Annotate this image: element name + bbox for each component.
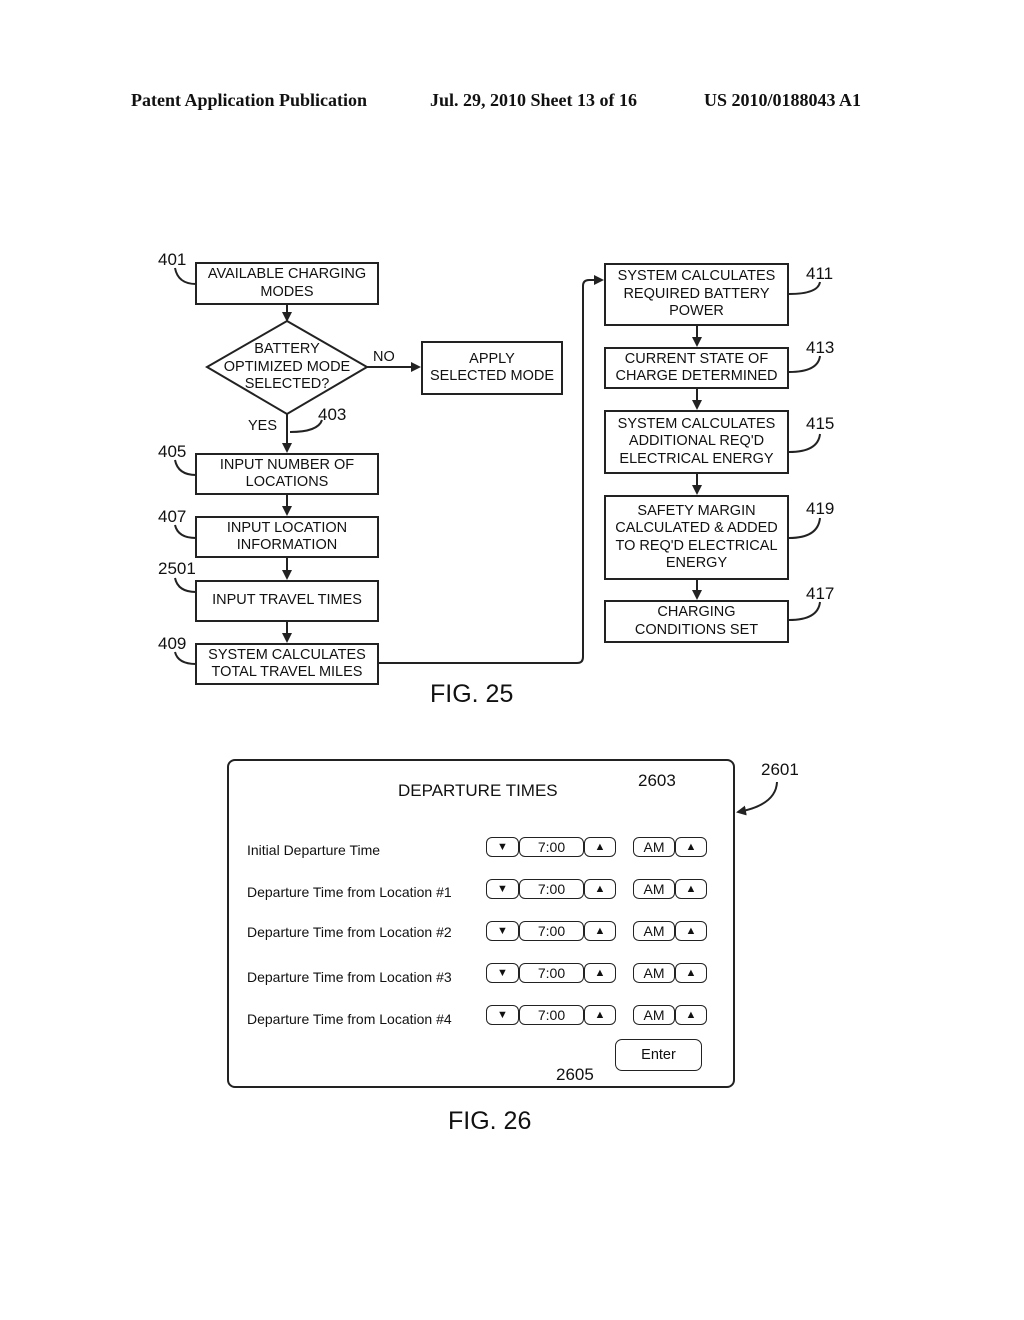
ref-2605: 2605 xyxy=(556,1065,594,1084)
step-input-travel-times: INPUT TRAVEL TIMES xyxy=(195,580,379,622)
step-apply-selected-mode: APPLY SELECTED MODE xyxy=(421,341,563,395)
ref-417: 417 xyxy=(806,584,835,603)
am-pm-toggle-button[interactable]: ▲ xyxy=(675,879,707,899)
leader-401 xyxy=(174,267,197,285)
leader-417 xyxy=(788,601,821,621)
ref-411: 411 xyxy=(806,264,834,283)
arrow-409-411 xyxy=(379,275,604,664)
am-pm-field[interactable]: AM xyxy=(633,879,675,899)
down-triangle-icon: ▼ xyxy=(497,1008,508,1021)
step-additional-energy: SYSTEM CALCULATES ADDITIONAL REQ'D ELECT… xyxy=(604,410,789,474)
am-pm-toggle-button[interactable]: ▲ xyxy=(675,837,707,857)
time-increment-button[interactable]: ▲ xyxy=(584,921,616,941)
ref-413: 413 xyxy=(806,338,835,357)
up-triangle-icon: ▲ xyxy=(685,1008,697,1021)
down-triangle-icon: ▼ xyxy=(497,882,508,895)
am-pm-toggle-button[interactable]: ▲ xyxy=(675,963,707,983)
ref-2501: 2501 xyxy=(158,559,196,578)
up-triangle-icon: ▲ xyxy=(594,840,606,853)
ref-405: 405 xyxy=(158,442,187,461)
down-triangle-icon: ▼ xyxy=(497,840,508,853)
time-decrement-button[interactable]: ▼ xyxy=(486,879,519,899)
time-value-field[interactable]: 7:00 xyxy=(519,879,584,899)
ref-409: 409 xyxy=(158,634,187,653)
am-pm-field[interactable]: AM xyxy=(633,963,675,983)
up-triangle-icon: ▲ xyxy=(685,924,697,937)
leader-419 xyxy=(788,517,821,539)
ref-2603: 2603 xyxy=(638,771,676,790)
step-available-charging-modes: AVAILABLE CHARGING MODES xyxy=(195,262,379,305)
panel-title: DEPARTURE TIMES xyxy=(398,781,558,800)
leader-405 xyxy=(174,459,197,476)
step-total-travel-miles: SYSTEM CALCULATES TOTAL TRAVEL MILES xyxy=(195,643,379,685)
ref-407: 407 xyxy=(158,507,187,526)
time-value-field[interactable]: 7:00 xyxy=(519,1005,584,1025)
time-increment-button[interactable]: ▲ xyxy=(584,879,616,899)
yes-label: YES xyxy=(248,418,278,434)
up-triangle-icon: ▲ xyxy=(685,840,697,853)
enter-button[interactable]: Enter xyxy=(615,1039,702,1071)
row-label: Departure Time from Location #1 xyxy=(247,884,452,900)
step-input-number-locations: INPUT NUMBER OF LOCATIONS xyxy=(195,453,379,495)
step-state-of-charge: CURRENT STATE OF CHARGE DETERMINED xyxy=(604,347,789,389)
leader-2501 xyxy=(174,577,197,593)
am-pm-toggle-button[interactable]: ▲ xyxy=(675,1005,707,1025)
up-triangle-icon: ▲ xyxy=(594,882,606,895)
leader-2601 xyxy=(736,781,778,816)
decision-battery-optimized: BATTERY OPTIMIZED MODE SELECTED? xyxy=(223,341,351,392)
ref-401: 401 xyxy=(158,250,187,269)
ref-419: 419 xyxy=(806,499,835,518)
time-decrement-button[interactable]: ▼ xyxy=(486,963,519,983)
up-triangle-icon: ▲ xyxy=(685,882,697,895)
am-pm-field[interactable]: AM xyxy=(633,921,675,941)
row-label: Initial Departure Time xyxy=(247,842,381,858)
down-triangle-icon: ▼ xyxy=(497,924,508,937)
fig26-caption: FIG. 26 xyxy=(448,1107,532,1135)
step-input-location-info: INPUT LOCATION INFORMATION xyxy=(195,516,379,558)
leader-413 xyxy=(788,355,821,373)
time-value-field[interactable]: 7:00 xyxy=(519,921,584,941)
up-triangle-icon: ▲ xyxy=(594,1008,606,1021)
time-increment-button[interactable]: ▲ xyxy=(584,1005,616,1025)
up-triangle-icon: ▲ xyxy=(594,924,606,937)
time-decrement-button[interactable]: ▼ xyxy=(486,1005,519,1025)
row-label: Departure Time from Location #3 xyxy=(247,969,452,985)
up-triangle-icon: ▲ xyxy=(594,966,606,979)
time-decrement-button[interactable]: ▼ xyxy=(486,837,519,857)
am-pm-toggle-button[interactable]: ▲ xyxy=(675,921,707,941)
time-increment-button[interactable]: ▲ xyxy=(584,837,616,857)
row-label: Departure Time from Location #4 xyxy=(247,1011,452,1027)
time-increment-button[interactable]: ▲ xyxy=(584,963,616,983)
up-triangle-icon: ▲ xyxy=(685,966,697,979)
ref-415: 415 xyxy=(806,414,835,433)
ref-403: 403 xyxy=(318,405,347,424)
am-pm-field[interactable]: AM xyxy=(633,1005,675,1025)
down-triangle-icon: ▼ xyxy=(497,966,508,979)
time-value-field[interactable]: 7:00 xyxy=(519,963,584,983)
row-label: Departure Time from Location #2 xyxy=(247,924,452,940)
step-safety-margin: SAFETY MARGIN CALCULATED & ADDED TO REQ'… xyxy=(604,495,789,580)
am-pm-field[interactable]: AM xyxy=(633,837,675,857)
no-label: NO xyxy=(373,349,395,365)
leader-415 xyxy=(788,433,821,453)
time-decrement-button[interactable]: ▼ xyxy=(486,921,519,941)
time-value-field[interactable]: 7:00 xyxy=(519,837,584,857)
fig25-caption: FIG. 25 xyxy=(430,680,514,708)
step-required-battery-power: SYSTEM CALCULATES REQUIRED BATTERY POWER xyxy=(604,263,789,326)
ref-2601: 2601 xyxy=(761,760,799,779)
step-charging-conditions-set: CHARGING CONDITIONS SET xyxy=(604,600,789,643)
